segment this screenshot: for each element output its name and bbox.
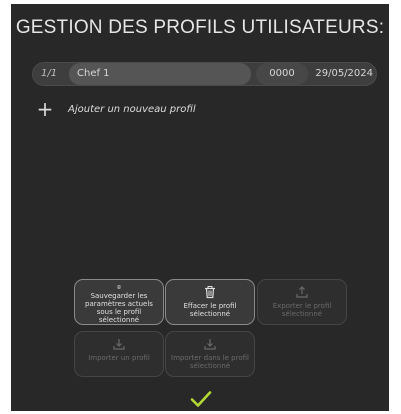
- upload-icon: [296, 286, 308, 298]
- trash-icon: [205, 286, 215, 299]
- import-into-profile-button[interactable]: Importer dans le profil sélectionné: [165, 331, 255, 377]
- add-profile-label: Ajouter un nouveau profil: [68, 103, 196, 115]
- profile-date: 29/05/2024: [315, 68, 373, 79]
- confirm-checkmark-icon[interactable]: [190, 390, 212, 408]
- import-profile-button[interactable]: Importer un profil: [74, 331, 164, 377]
- profile-manager-screen: GESTION DES PROFILS UTILISATEURS: 1/1 Ch…: [11, 4, 389, 411]
- export-profile-button[interactable]: Exporter le profil sélectionné: [257, 279, 347, 325]
- delete-profile-button[interactable]: Effacer le profil sélectionné: [165, 279, 255, 325]
- page-title: GESTION DES PROFILS UTILISATEURS:: [15, 17, 385, 38]
- add-profile-button[interactable]: + Ajouter un nouveau profil: [36, 97, 196, 121]
- save-profile-label: Sauvegarder les paramètres actuels sous …: [85, 292, 153, 324]
- export-profile-label: Exporter le profil sélectionné: [272, 302, 332, 318]
- save-profile-button[interactable]: Sauvegarder les paramètres actuels sous …: [74, 279, 164, 325]
- download-icon: [113, 339, 125, 350]
- profile-row[interactable]: 1/1 Chef 1 0000 29/05/2024: [32, 62, 377, 86]
- profile-name[interactable]: Chef 1: [69, 63, 251, 85]
- download-icon: [204, 339, 216, 350]
- save-icon: [117, 285, 121, 289]
- import-into-profile-label: Importer dans le profil sélectionné: [171, 354, 249, 370]
- import-profile-label: Importer un profil: [88, 354, 150, 362]
- plus-icon: +: [36, 97, 54, 121]
- profile-code[interactable]: 0000: [256, 63, 308, 85]
- profile-index: 1/1: [41, 68, 58, 79]
- delete-profile-label: Effacer le profil sélectionné: [183, 302, 237, 318]
